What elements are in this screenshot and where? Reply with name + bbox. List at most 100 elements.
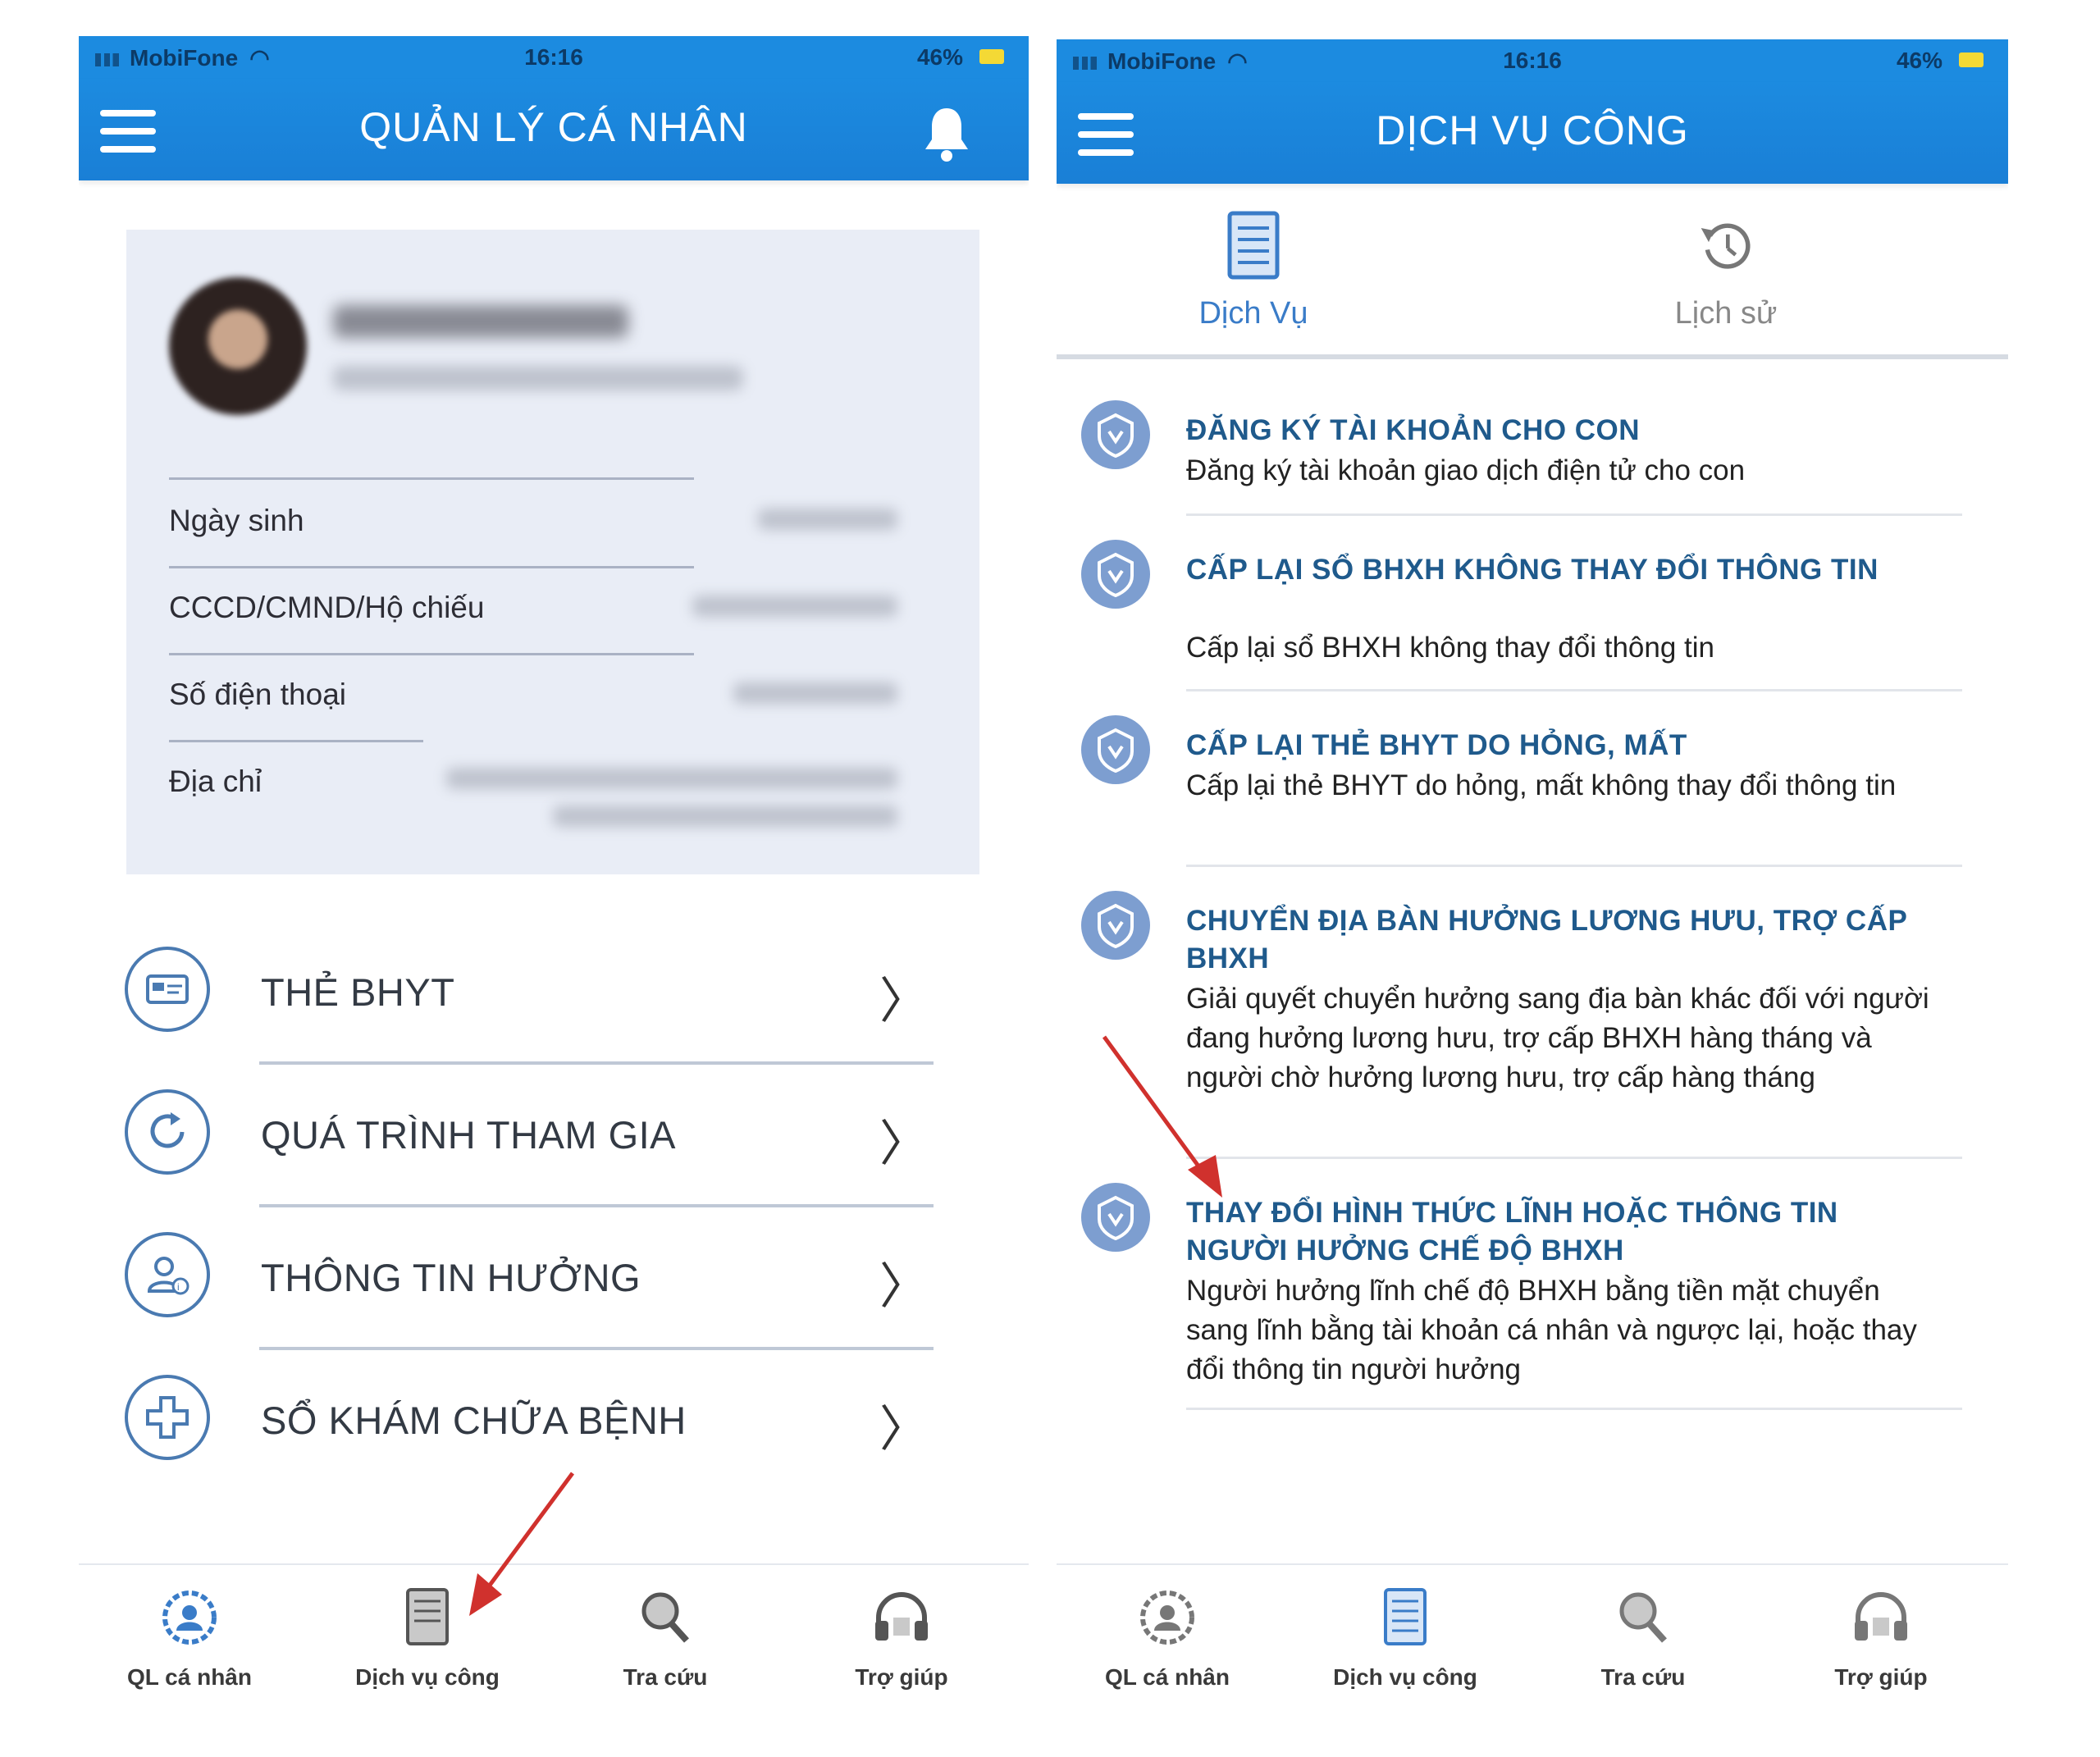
menu-label: THẺ BHYT bbox=[261, 970, 455, 1014]
address-value-blurred bbox=[446, 768, 897, 789]
medical-cross-icon bbox=[125, 1375, 210, 1460]
menu-label: QUÁ TRÌNH THAM GIA bbox=[261, 1113, 677, 1157]
service-item[interactable]: CẤP LẠI THẺ BHYT DO HỎNG, MẤT Cấp lại th… bbox=[1081, 715, 1984, 879]
service-description: Giải quyết chuyển hưởng sang địa bàn khá… bbox=[1186, 983, 1929, 1093]
user-info-icon: i bbox=[125, 1232, 210, 1317]
document-icon bbox=[1384, 1588, 1427, 1645]
status-time: 16:16 bbox=[1503, 48, 1562, 73]
service-item[interactable]: THAY ĐỔI HÌNH THỨC LĨNH HOẶC THÔNG TIN N… bbox=[1081, 1183, 1984, 1412]
headset-icon bbox=[1855, 1592, 1907, 1641]
service-item[interactable]: CHUYỂN ĐỊA BÀN HƯỞNG LƯƠNG HƯU, TRỢ CẤP … bbox=[1081, 891, 1984, 1153]
nav-label: Trợ giúp bbox=[1834, 1664, 1928, 1690]
info-divider bbox=[169, 740, 423, 742]
phone-value-blurred bbox=[733, 682, 897, 704]
birthdate-label: Ngày sinh bbox=[169, 504, 304, 537]
nav-label: QL cá nhân bbox=[1105, 1664, 1230, 1690]
divider bbox=[259, 1061, 934, 1065]
status-time: 16:16 bbox=[524, 44, 583, 70]
nav-public-services[interactable]: Dịch vụ công bbox=[333, 1577, 522, 1700]
divider bbox=[1186, 1408, 1962, 1410]
profile-gear-icon bbox=[162, 1590, 217, 1645]
chevron-right-icon: 〉 bbox=[879, 973, 929, 1030]
chevron-right-icon: 〉 bbox=[879, 1116, 929, 1173]
profile-card: Ngày sinh CCCD/CMND/Hộ chiếu Số điện tho… bbox=[126, 230, 979, 874]
bhxh-logo-icon bbox=[1081, 715, 1150, 784]
divider bbox=[1186, 513, 1962, 516]
document-icon bbox=[1227, 211, 1280, 280]
bhxh-logo-icon bbox=[1081, 891, 1150, 960]
search-magnifier-icon bbox=[1619, 1592, 1667, 1643]
nav-personal[interactable]: QL cá nhân bbox=[1073, 1577, 1262, 1700]
tab-services[interactable]: Dịch Vụ bbox=[1130, 208, 1376, 331]
page-title: QUẢN LÝ CÁ NHÂN bbox=[359, 104, 748, 150]
bottom-navigation: QL cá nhân Dịch vụ công Tra cứu Trợ giúp bbox=[79, 1563, 1029, 1709]
bell-icon[interactable] bbox=[922, 105, 971, 162]
history-icon bbox=[1701, 223, 1751, 269]
history-refresh-icon bbox=[125, 1089, 210, 1175]
service-item[interactable]: ĐĂNG KÝ TÀI KHOẢN CHO CON Đăng ký tài kh… bbox=[1081, 400, 1984, 523]
birthdate-value-blurred bbox=[758, 509, 897, 530]
battery-percent: 46% bbox=[1896, 48, 1942, 73]
nav-help[interactable]: Trợ giúp bbox=[807, 1577, 996, 1700]
tab-label: Dịch Vụ bbox=[1198, 296, 1308, 331]
document-icon bbox=[406, 1588, 449, 1645]
nav-label: Dịch vụ công bbox=[355, 1664, 500, 1690]
nav-help[interactable]: Trợ giúp bbox=[1787, 1577, 1975, 1700]
service-description: Đăng ký tài khoản giao dịch điện tử cho … bbox=[1186, 454, 1746, 486]
public-services-screen: MobiFone ◠ 16:16 46% DỊCH VỤ CÔNG Dịch Vụ… bbox=[1057, 39, 2008, 1709]
chevron-right-icon: 〉 bbox=[879, 1258, 929, 1316]
page-title: DỊCH VỤ CÔNG bbox=[1376, 107, 1689, 153]
blurred-name bbox=[333, 305, 628, 338]
nav-lookup[interactable]: Tra cứu bbox=[571, 1577, 760, 1700]
divider bbox=[259, 1204, 934, 1207]
header-bar: DỊCH VỤ CÔNG bbox=[1057, 82, 2008, 184]
service-title: THAY ĐỔI HÌNH THỨC LĨNH HOẶC THÔNG TIN N… bbox=[1186, 1197, 1838, 1266]
bhxh-logo-icon bbox=[1081, 1183, 1150, 1252]
personal-management-screen: MobiFone ◠ 16:16 46% QUẢN LÝ CÁ NHÂN Ngày… bbox=[79, 36, 1029, 1709]
bottom-navigation: QL cá nhân Dịch vụ công Tra cứu Trợ giúp bbox=[1057, 1563, 2008, 1709]
service-title: CẤP LẠI THẺ BHYT DO HỎNG, MẤT bbox=[1186, 729, 1687, 761]
nav-public-services[interactable]: Dịch vụ công bbox=[1311, 1577, 1500, 1700]
headset-icon bbox=[875, 1592, 928, 1641]
blurred-account-id bbox=[333, 366, 743, 390]
battery-icon bbox=[979, 49, 1004, 64]
avatar bbox=[169, 277, 307, 415]
menu-item-medical-record[interactable]: SỔ KHÁM CHỮA BỆNH 〉 bbox=[125, 1370, 978, 1509]
nav-lookup[interactable]: Tra cứu bbox=[1549, 1577, 1737, 1700]
nav-label: Tra cứu bbox=[1600, 1664, 1686, 1690]
chevron-right-icon: 〉 bbox=[879, 1401, 929, 1458]
tab-history[interactable]: Lịch sử bbox=[1603, 208, 1849, 331]
id-card-value-blurred bbox=[692, 596, 897, 617]
service-item[interactable]: CẤP LẠI SỔ BHXH KHÔNG THAY ĐỔI THÔNG TIN… bbox=[1081, 540, 1984, 704]
service-title: CẤP LẠI SỔ BHXH KHÔNG THAY ĐỔI THÔNG TIN bbox=[1186, 554, 1879, 586]
nav-label: Tra cứu bbox=[623, 1664, 708, 1690]
address-label: Địa chỉ bbox=[169, 764, 262, 798]
divider bbox=[1186, 689, 1962, 691]
tab-bar: Dịch Vụ Lịch sử bbox=[1057, 184, 2008, 359]
menu-item-participation-history[interactable]: QUÁ TRÌNH THAM GIA 〉 bbox=[125, 1084, 978, 1224]
nav-label: Trợ giúp bbox=[855, 1664, 948, 1690]
service-description: Cấp lại sổ BHXH không thay đổi thông tin bbox=[1186, 632, 1714, 664]
bhxh-logo-icon bbox=[1081, 540, 1150, 609]
bhxh-logo-icon bbox=[1081, 400, 1150, 469]
nav-personal[interactable]: QL cá nhân bbox=[95, 1577, 284, 1700]
menu-item-benefit-info[interactable]: i THÔNG TIN HƯỞNG 〉 bbox=[125, 1227, 978, 1367]
service-title: ĐĂNG KÝ TÀI KHOẢN CHO CON bbox=[1186, 414, 1641, 446]
card-icon bbox=[125, 947, 210, 1032]
tab-label: Lịch sử bbox=[1674, 296, 1778, 331]
divider bbox=[1186, 865, 1962, 867]
service-title: CHUYỂN ĐỊA BÀN HƯỞNG LƯƠNG HƯU, TRỢ CẤP … bbox=[1186, 905, 1907, 974]
nav-label: Dịch vụ công bbox=[1333, 1664, 1477, 1690]
nav-label: QL cá nhân bbox=[127, 1664, 252, 1690]
search-magnifier-icon bbox=[641, 1592, 689, 1643]
svg-text:i: i bbox=[177, 1281, 180, 1293]
info-divider bbox=[169, 477, 694, 480]
battery-icon bbox=[1959, 52, 1984, 67]
info-divider bbox=[169, 653, 694, 655]
info-divider bbox=[169, 566, 694, 568]
profile-gear-icon bbox=[1140, 1590, 1194, 1645]
id-card-label: CCCD/CMND/Hộ chiếu bbox=[169, 591, 485, 624]
service-description: Cấp lại thẻ BHYT do hỏng, mất không thay… bbox=[1186, 769, 1897, 801]
divider bbox=[259, 1347, 934, 1350]
menu-item-bhyt-card[interactable]: THẺ BHYT 〉 bbox=[125, 942, 978, 1081]
